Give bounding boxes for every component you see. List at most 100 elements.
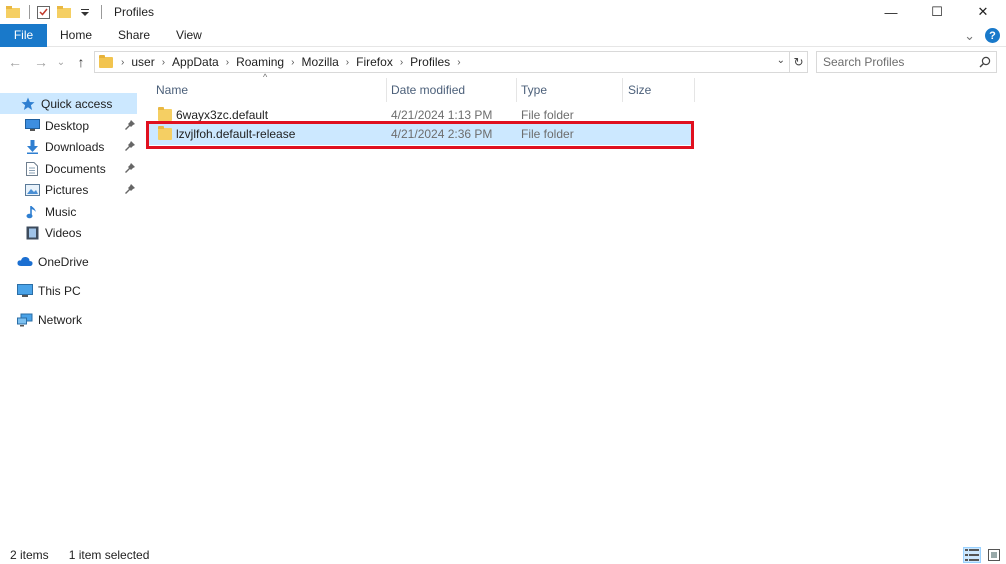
toolbar-divider xyxy=(101,5,102,19)
file-row[interactable]: 6wayx3zc.default 4/21/2024 1:13 PM File … xyxy=(148,105,693,126)
close-button[interactable]: ✕ xyxy=(960,0,1006,24)
properties-icon[interactable] xyxy=(34,3,52,21)
folder-icon xyxy=(158,107,172,121)
desktop-icon xyxy=(24,118,40,134)
ribbon-tabs: File Home Share View ⌄ ? xyxy=(0,23,1006,47)
large-icons-view-button[interactable] xyxy=(985,547,1003,563)
sidebar-item-label: Videos xyxy=(45,225,82,240)
video-icon xyxy=(24,225,40,241)
sidebar-item-quick-access[interactable]: Quick access xyxy=(0,93,137,114)
column-header-name[interactable]: Name xyxy=(146,78,386,102)
network-icon xyxy=(17,312,33,328)
download-icon xyxy=(24,139,40,155)
file-type: File folder xyxy=(521,127,574,141)
breadcrumb-separator[interactable]: › xyxy=(398,57,405,68)
back-button[interactable]: ← xyxy=(4,51,26,73)
sidebar-item-pictures[interactable]: Pictures xyxy=(0,179,137,200)
sidebar-item-label: Network xyxy=(38,312,83,327)
sidebar-item-label: Desktop xyxy=(45,118,90,133)
column-header-size[interactable]: Size xyxy=(618,78,694,102)
breadcrumb-profiles[interactable]: Profiles xyxy=(405,55,455,69)
column-header-date[interactable]: Date modified xyxy=(381,78,511,102)
window-controls: — ☐ ✕ xyxy=(868,0,1006,24)
file-row-selected[interactable]: lzvjlfoh.default-release 4/21/2024 2:36 … xyxy=(148,124,693,145)
breadcrumb-separator[interactable]: › xyxy=(160,57,167,68)
quick-access-toolbar xyxy=(0,0,106,24)
details-view-icon xyxy=(965,549,979,561)
view-switcher xyxy=(963,547,1003,563)
address-dropdown-icon[interactable]: ⌄ xyxy=(777,55,785,66)
tab-view[interactable]: View xyxy=(163,24,215,47)
customize-toolbar-icon[interactable] xyxy=(76,3,94,21)
file-name: lzvjlfoh.default-release xyxy=(176,127,296,141)
ribbon-right: ⌄ ? xyxy=(964,24,1000,47)
sidebar-item-network[interactable]: Network xyxy=(0,309,137,330)
column-divider[interactable] xyxy=(694,78,695,102)
breadcrumb-firefox[interactable]: Firefox xyxy=(351,55,398,69)
up-button[interactable]: ↑ xyxy=(70,51,92,73)
file-date: 4/21/2024 2:36 PM xyxy=(391,127,493,141)
breadcrumb-roaming[interactable]: Roaming xyxy=(231,55,289,69)
recent-locations-button[interactable]: ⌄ xyxy=(50,51,72,73)
maximize-button[interactable]: ☐ xyxy=(914,0,960,24)
column-header-label: Date modified xyxy=(391,83,466,97)
breadcrumb-separator[interactable]: › xyxy=(119,57,126,68)
navigation-pane: Quick access Desktop Downloads Documents… xyxy=(0,88,140,538)
pin-icon xyxy=(125,141,135,151)
breadcrumb-separator[interactable]: › xyxy=(344,57,351,68)
breadcrumb-user[interactable]: user xyxy=(126,55,159,69)
folder-icon[interactable] xyxy=(4,3,22,21)
document-icon xyxy=(24,161,40,177)
address-bar[interactable]: › user › AppData › Roaming › Mozilla › F… xyxy=(94,51,790,73)
breadcrumb-separator[interactable]: › xyxy=(224,57,231,68)
folder-icon xyxy=(99,54,113,68)
breadcrumb-separator[interactable]: › xyxy=(289,57,296,68)
sidebar-item-label: Pictures xyxy=(45,182,89,197)
tab-home[interactable]: Home xyxy=(47,24,105,47)
sidebar-item-documents[interactable]: Documents xyxy=(0,158,137,179)
status-bar: 2 items 1 item selected xyxy=(0,546,1006,564)
details-view-button[interactable] xyxy=(963,547,981,563)
pin-icon xyxy=(125,163,135,173)
sidebar-item-this-pc[interactable]: This PC xyxy=(0,280,137,301)
breadcrumb-separator[interactable]: › xyxy=(455,57,462,68)
breadcrumb-mozilla[interactable]: Mozilla xyxy=(296,55,343,69)
title-bar: Profiles — ☐ ✕ xyxy=(0,0,1006,24)
breadcrumb-appdata[interactable]: AppData xyxy=(167,55,224,69)
sidebar-item-downloads[interactable]: Downloads xyxy=(0,136,137,157)
forward-button[interactable]: → xyxy=(30,51,52,73)
music-icon xyxy=(24,204,40,220)
large-icons-view-icon xyxy=(988,549,1000,561)
sidebar-item-label: Downloads xyxy=(45,139,105,154)
new-folder-icon[interactable] xyxy=(55,3,73,21)
tab-share[interactable]: Share xyxy=(105,24,163,47)
sidebar-item-music[interactable]: Music xyxy=(0,201,137,222)
sidebar-item-label: This PC xyxy=(38,283,81,298)
search-icon[interactable] xyxy=(979,56,991,68)
window-title: Profiles xyxy=(114,5,155,19)
minimize-button[interactable]: — xyxy=(868,0,914,24)
tab-file[interactable]: File xyxy=(0,23,47,47)
sidebar-item-label: OneDrive xyxy=(38,254,89,269)
sidebar-item-onedrive[interactable]: OneDrive xyxy=(0,251,137,272)
sidebar-item-desktop[interactable]: Desktop xyxy=(0,115,137,136)
picture-icon xyxy=(24,182,40,198)
file-date: 4/21/2024 1:13 PM xyxy=(391,108,493,122)
column-header-label: Name xyxy=(156,83,189,97)
file-name: 6wayx3zc.default xyxy=(176,108,269,122)
cloud-icon xyxy=(17,254,33,270)
search-box xyxy=(816,51,997,73)
refresh-button[interactable]: ↻ xyxy=(790,51,808,73)
expand-ribbon-icon[interactable]: ⌄ xyxy=(964,28,975,44)
selection-count: 1 item selected xyxy=(68,548,150,562)
star-icon xyxy=(20,96,36,112)
column-header-label: Size xyxy=(628,83,652,97)
sidebar-item-label: Music xyxy=(45,204,77,219)
search-input[interactable] xyxy=(823,55,973,69)
item-count: 2 items xyxy=(10,548,49,562)
column-header-type[interactable]: Type xyxy=(511,78,621,102)
toolbar-divider xyxy=(29,5,30,19)
sidebar-item-videos[interactable]: Videos xyxy=(0,222,137,243)
sidebar-item-label: Quick access xyxy=(41,96,113,111)
help-icon[interactable]: ? xyxy=(985,28,1000,43)
